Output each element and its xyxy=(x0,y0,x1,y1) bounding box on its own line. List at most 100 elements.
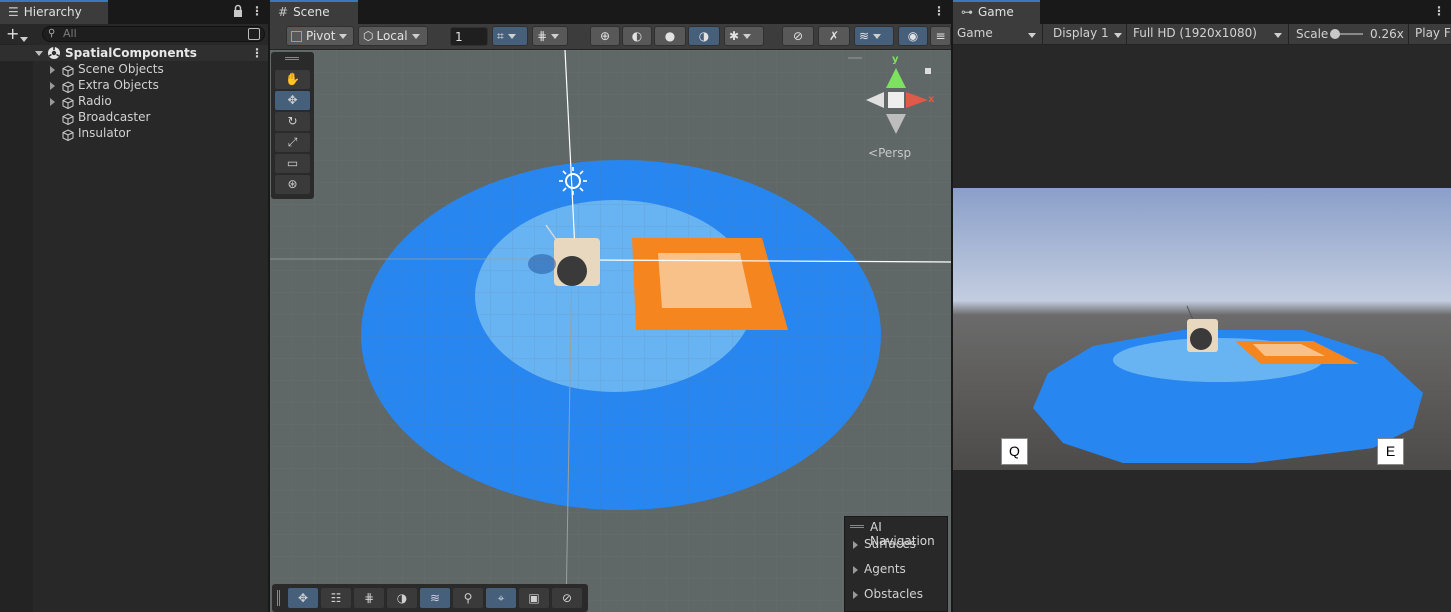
hierarchy-panel: ☰ Hierarchy ⋮ + ⚲ All SpatialComponents ⋮… xyxy=(0,0,268,612)
shaded-wire-button[interactable]: ◐ xyxy=(622,26,652,46)
mute-icon: ⊘ xyxy=(792,29,804,43)
persp-arrow-icon: < xyxy=(868,146,879,160)
tool-palette: ✋ ✥ ↻ ⤢ ▭ ⊛ xyxy=(271,52,314,199)
globe-icon: ⊕ xyxy=(599,29,611,43)
add-icon[interactable]: + xyxy=(6,24,19,44)
game-viewport[interactable]: Q E xyxy=(953,188,1451,470)
hierarchy-search-input[interactable]: ⚲ All xyxy=(42,26,265,42)
camera-icon[interactable]: ▣ xyxy=(519,588,549,608)
hierarchy-item-label: Extra Objects xyxy=(78,78,159,92)
hand-tool-icon[interactable]: ✋ xyxy=(275,70,310,89)
local-dropdown[interactable]: ⬡ Local xyxy=(358,26,428,46)
scale-slider-thumb[interactable] xyxy=(1330,29,1340,39)
grid-size-input[interactable]: 1 xyxy=(450,27,488,46)
ai-nav-item-agents[interactable]: Agents xyxy=(853,562,945,580)
snap-icon: ⋕ xyxy=(537,29,548,43)
navmesh-icon[interactable]: ⌖ xyxy=(486,588,516,608)
scene-menu-icon[interactable]: ⋮ xyxy=(933,4,945,20)
scale-slider[interactable] xyxy=(1330,29,1363,39)
key-e-label: E xyxy=(1385,443,1396,459)
shaded-button[interactable]: ● xyxy=(654,26,686,46)
grid-visibility-icon[interactable]: ⋕ xyxy=(354,588,384,608)
play-focused-label: Play Fo xyxy=(1415,26,1451,40)
debug-draw-dropdown[interactable]: ✱ xyxy=(724,26,764,46)
gamepad-icon: ⊶ xyxy=(961,5,973,19)
grid-snap-icon: ⌗ xyxy=(497,29,504,43)
hierarchy-item[interactable]: Scene Objects xyxy=(0,61,268,77)
rect-tool-icon[interactable]: ▭ xyxy=(275,154,310,173)
tab-game[interactable]: ⊶ Game xyxy=(953,0,1040,24)
game-menu-icon[interactable]: ⋮ xyxy=(1433,4,1445,20)
layers-icon: ≋ xyxy=(859,29,870,43)
scene-menu-icon[interactable]: ⋮ xyxy=(251,45,263,61)
tab-scene-label: Scene xyxy=(293,5,330,19)
game-view-label: Game xyxy=(957,26,993,40)
hierarchy-item[interactable]: Radio xyxy=(0,93,268,109)
ai-nav-item-label: Obstacles xyxy=(864,587,923,601)
orientation-gizmo[interactable]: y x <Persp xyxy=(840,54,940,164)
layers-toggle[interactable]: ≋ xyxy=(854,26,894,46)
scale-tool-icon[interactable]: ⤢ xyxy=(275,133,310,152)
layers-view-icon[interactable]: ≋ xyxy=(420,588,450,608)
palette-grip[interactable] xyxy=(285,57,299,60)
lighting-button[interactable]: ◑ xyxy=(688,26,720,46)
expand-arrow-icon[interactable] xyxy=(50,93,61,109)
hierarchy-toolbar: + ⚲ All xyxy=(0,24,268,44)
tab-hierarchy[interactable]: ☰ Hierarchy xyxy=(0,0,108,24)
play-focused-dropdown[interactable]: Play Fo xyxy=(1408,24,1451,44)
align-icon[interactable]: ☷ xyxy=(321,588,351,608)
bottom-tools-overlay: ✥ ☷ ⋕ ◑ ≋ ⚲ ⌖ ▣ ⊘ xyxy=(272,584,588,612)
rotate-tool-icon[interactable]: ↻ xyxy=(275,112,310,131)
tab-scene[interactable]: # Scene xyxy=(270,0,358,24)
hierarchy-item-label: Broadcaster xyxy=(78,110,151,124)
overlay-grip[interactable] xyxy=(850,525,864,528)
transform-tool-icon[interactable]: ⊛ xyxy=(275,175,310,194)
ai-nav-item-obstacles[interactable]: Obstacles xyxy=(853,587,945,605)
move-snap-icon[interactable]: ✥ xyxy=(288,588,318,608)
hierarchy-item[interactable]: Extra Objects xyxy=(0,77,268,93)
hierarchy-item-label: Scene Objects xyxy=(78,62,164,76)
game-render xyxy=(953,188,1451,470)
hierarchy-item[interactable]: Broadcaster xyxy=(0,109,268,125)
fx-toggle[interactable]: ✗ xyxy=(818,26,850,46)
gizmo-y-label: y xyxy=(892,54,899,65)
magnifier-icon[interactable]: ⚲ xyxy=(453,588,483,608)
audio-toggle[interactable]: ⊘ xyxy=(782,26,814,46)
scene-viewport[interactable]: ✋ ✥ ↻ ⤢ ▭ ⊛ y x <Persp AI Navigation Sur… xyxy=(270,50,951,612)
grid-snap-toggle[interactable]: ⌗ xyxy=(492,26,528,46)
hierarchy-menu-icon[interactable]: ⋮ xyxy=(251,4,263,20)
shading-icon[interactable]: ◑ xyxy=(387,588,417,608)
display-dropdown[interactable]: Display 1 xyxy=(1045,24,1127,44)
search-icon: ⚲ xyxy=(48,28,56,39)
expand-arrow-icon[interactable] xyxy=(50,77,61,93)
scene-root-row[interactable]: SpatialComponents ⋮ xyxy=(0,45,268,61)
scene-toolbar: Pivot ⬡ Local 1 ⌗ ⋕ ⊕ ◐ ● ◑ ✱ ⊘ ✗ ≋ ◉ ≡ xyxy=(270,24,951,50)
game-toolbar: Game Display 1 Full HD (1920x1080) Scale… xyxy=(953,24,1451,45)
move-tool-icon[interactable]: ✥ xyxy=(275,91,310,110)
scale-value: 0.26x xyxy=(1370,27,1404,41)
ai-nav-item-surfaces[interactable]: Surfaces xyxy=(853,537,945,555)
lock-icon[interactable] xyxy=(232,4,244,18)
scale-label: Scale xyxy=(1296,27,1329,41)
key-q-label: Q xyxy=(1009,443,1020,459)
search-options-icon[interactable] xyxy=(248,28,260,40)
key-q-button[interactable]: Q xyxy=(1001,438,1028,465)
bottom-grip[interactable] xyxy=(277,590,280,606)
key-e-button[interactable]: E xyxy=(1377,438,1404,465)
resolution-dropdown[interactable]: Full HD (1920x1080) xyxy=(1129,24,1289,44)
eye-icon: ◉ xyxy=(907,29,919,43)
gizmo-x-label: x xyxy=(928,94,935,105)
scene-tabbar: # Scene ⋮ xyxy=(270,0,951,24)
compass-icon[interactable]: ⊘ xyxy=(552,588,582,608)
tab-hierarchy-label: Hierarchy xyxy=(23,5,82,19)
hierarchy-item[interactable]: Insulator xyxy=(0,125,268,141)
global-view-button[interactable]: ⊕ xyxy=(590,26,620,46)
gizmos-toggle[interactable]: ≡ xyxy=(930,26,951,46)
persp-toggle[interactable]: <Persp xyxy=(868,146,911,160)
visibility-toggle[interactable]: ◉ xyxy=(898,26,928,46)
persp-label: Persp xyxy=(878,146,912,160)
snap-increment-toggle[interactable]: ⋕ xyxy=(532,26,568,46)
game-view-dropdown[interactable]: Game xyxy=(953,24,1043,44)
pivot-dropdown[interactable]: Pivot xyxy=(286,26,354,46)
expand-arrow-icon[interactable] xyxy=(50,61,61,77)
